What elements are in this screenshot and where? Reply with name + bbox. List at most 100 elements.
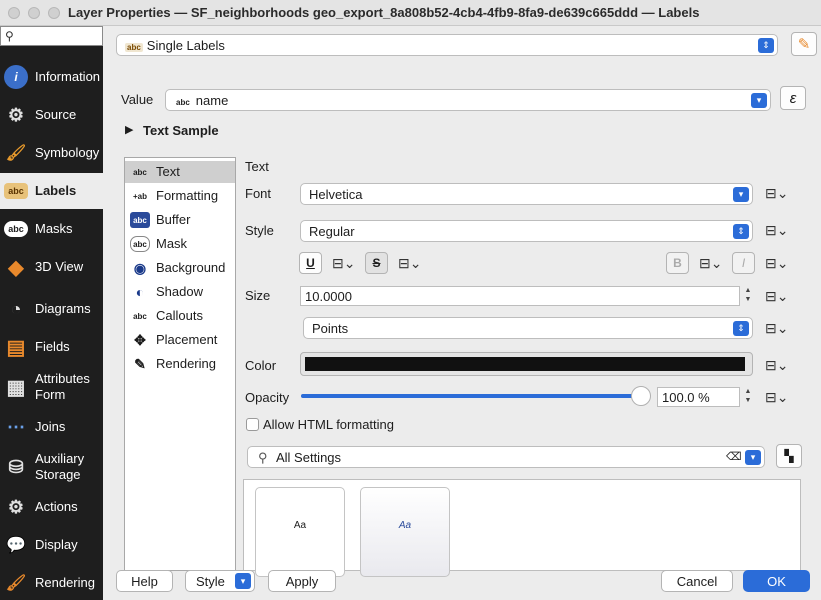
sidebar-item-label: Joins xyxy=(35,419,66,434)
sidebar-item-diagrams[interactable]: ◔ Diagrams xyxy=(0,291,103,327)
callouts-tab-icon: abc xyxy=(133,311,147,321)
sidebar-item-display[interactable]: 💬 Display xyxy=(0,527,103,563)
sidebar-item-joins[interactable]: ⋯ Joins xyxy=(0,409,103,445)
tab-text[interactable]: abc Text xyxy=(125,161,235,183)
sidebar-item-label: Fields xyxy=(35,339,70,354)
bold-button[interactable]: B xyxy=(666,252,689,274)
label-mode-select[interactable]: abc Single Labels ⇕ xyxy=(116,34,778,56)
data-defined-override-icon[interactable]: ⊟⌄ xyxy=(765,357,793,377)
tab-buffer[interactable]: abc Buffer xyxy=(125,209,235,231)
tab-label: Buffer xyxy=(156,212,191,227)
value-field-value: name xyxy=(195,93,229,108)
strikeout-button[interactable]: S xyxy=(365,252,388,274)
paint-icon: ✎ xyxy=(797,36,811,53)
sidebar-item-rendering[interactable]: 🖌 Rendering xyxy=(0,565,103,600)
tab-formatting[interactable]: +ab Formatting xyxy=(125,185,235,207)
cancel-button[interactable]: Cancel xyxy=(661,570,733,592)
allow-html-checkbox[interactable] xyxy=(246,418,259,431)
tab-mask[interactable]: abc Mask xyxy=(125,233,235,255)
sidebar-item-labels[interactable]: abc Labels xyxy=(0,173,103,209)
source-icon: ⚙ xyxy=(7,104,25,125)
tab-shadow[interactable]: ◐ Shadow xyxy=(125,281,235,303)
placement-tab-icon: ✥ xyxy=(134,331,146,348)
style-button-label: Style xyxy=(196,573,225,589)
label-style-tool-button[interactable]: ✎ xyxy=(791,32,817,56)
data-defined-override-icon[interactable]: ⊟⌄ xyxy=(765,255,793,275)
data-defined-override-icon[interactable]: ⊟⌄ xyxy=(765,389,793,409)
font-select[interactable]: Helvetica ▾ xyxy=(300,183,753,205)
style-select[interactable]: Regular ⇕ xyxy=(300,220,753,242)
style-preview-list: Aa Aa xyxy=(243,479,801,577)
opacity-input[interactable]: 100.0 % xyxy=(657,387,740,407)
chevron-down-icon: ▾ xyxy=(745,450,761,465)
data-defined-override-icon[interactable]: ⊟⌄ xyxy=(765,288,793,308)
sidebar-item-attributes-form[interactable]: ▦ Attributes Form xyxy=(0,369,103,405)
close-window-button[interactable] xyxy=(8,7,20,19)
sidebar-item-label: Masks xyxy=(35,221,73,236)
data-defined-override-icon[interactable]: ⊟⌄ xyxy=(699,255,727,275)
tab-label: Rendering xyxy=(156,356,216,371)
sidebar-item-auxiliary-storage[interactable]: ⛁ Auxiliary Storage xyxy=(0,449,103,485)
tab-placement[interactable]: ✥ Placement xyxy=(125,329,235,351)
fields-icon: ▤ xyxy=(6,336,26,359)
rendering-icon: 🖌 xyxy=(5,575,27,592)
tab-callouts[interactable]: abc Callouts xyxy=(125,305,235,327)
sidebar-item-label: Display xyxy=(35,537,78,552)
opacity-label: Opacity xyxy=(245,390,290,405)
tab-label: Background xyxy=(156,260,226,275)
minimize-window-button[interactable] xyxy=(28,7,40,19)
underline-icon: U xyxy=(306,256,315,270)
sidebar-item-symbology[interactable]: 🖌 Symbology xyxy=(0,135,103,171)
3d-view-icon: ◆ xyxy=(8,256,24,279)
data-defined-override-icon[interactable]: ⊟⌄ xyxy=(398,255,426,275)
style-button[interactable]: Style ▾ xyxy=(185,570,255,592)
style-preview-card[interactable]: Aa xyxy=(360,487,450,577)
chevron-down-icon: ▾ xyxy=(235,573,251,589)
ok-button-label: OK xyxy=(767,573,786,589)
settings-filter-value: All Settings xyxy=(276,450,342,465)
masks-icon: abc xyxy=(4,221,28,237)
size-unit-select[interactable]: Points ⇕ xyxy=(303,317,753,339)
tab-label: Callouts xyxy=(156,308,203,323)
sidebar-item-actions[interactable]: ⚙ Actions xyxy=(0,489,103,525)
tab-rendering[interactable]: ✎ Rendering xyxy=(125,353,235,375)
text-sample-toggle[interactable]: Text Sample xyxy=(143,123,219,138)
sidebar-item-information[interactable]: i Information xyxy=(0,59,103,95)
data-defined-override-icon[interactable]: ⊟⌄ xyxy=(765,185,793,205)
chevron-down-icon: ▾ xyxy=(751,93,767,108)
size-stepper[interactable]: ▲ ▼ xyxy=(742,286,754,306)
opacity-slider-thumb[interactable] xyxy=(631,386,651,406)
ok-button[interactable]: OK xyxy=(743,570,810,592)
style-preview-card[interactable]: Aa xyxy=(255,487,345,577)
disclosure-triangle-icon[interactable]: ▶ xyxy=(125,123,133,136)
sidebar-item-fields[interactable]: ▤ Fields xyxy=(0,329,103,365)
tab-label: Mask xyxy=(156,236,188,251)
data-defined-override-icon[interactable]: ⊟⌄ xyxy=(332,255,360,275)
help-button[interactable]: Help xyxy=(116,570,173,592)
color-button[interactable] xyxy=(300,352,753,376)
italic-button[interactable]: I xyxy=(732,252,755,274)
clear-icon[interactable]: ⌫ xyxy=(726,450,742,463)
underline-button[interactable]: U xyxy=(299,252,322,274)
opacity-slider[interactable] xyxy=(301,386,651,406)
size-input[interactable]: 10.0000 xyxy=(300,286,740,306)
expression-button[interactable]: ε xyxy=(780,86,806,110)
data-defined-override-icon[interactable]: ⊟⌄ xyxy=(765,222,793,242)
data-defined-override-icon[interactable]: ⊟⌄ xyxy=(765,320,793,340)
chevron-updown-icon: ⇕ xyxy=(733,224,749,239)
sidebar-search-input[interactable]: ⚲ xyxy=(0,26,103,46)
opacity-stepper[interactable]: ▲ ▼ xyxy=(742,387,754,407)
formatting-tab-icon: +ab xyxy=(132,191,147,201)
sidebar-item-masks[interactable]: abc Masks xyxy=(0,211,103,247)
apply-button[interactable]: Apply xyxy=(268,570,336,592)
settings-filter-select[interactable]: ⚲ All Settings ⌫ ▾ xyxy=(247,446,765,468)
zoom-window-button[interactable] xyxy=(48,7,60,19)
buffer-tab-icon: abc xyxy=(130,212,150,228)
style-manager-button[interactable]: ▚ xyxy=(776,444,802,468)
tab-background[interactable]: ◉ Background xyxy=(125,257,235,279)
font-label: Font xyxy=(245,186,272,201)
sidebar-item-source[interactable]: ⚙ Source xyxy=(0,97,103,133)
sidebar-item-3d-view[interactable]: ◆ 3D View xyxy=(0,249,103,285)
value-field-select[interactable]: abc name ▾ xyxy=(165,89,771,111)
labels-panel: abc Single Labels ⇕ ✎ Value abc name ▾ ε ▶… xyxy=(103,26,821,600)
